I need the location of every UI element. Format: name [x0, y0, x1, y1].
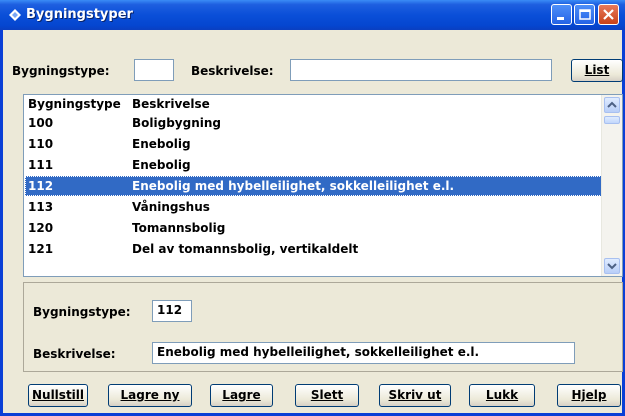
column-header-code: Bygningstype	[28, 97, 121, 111]
close-button[interactable]	[598, 4, 619, 25]
building-type-list[interactable]: Bygningstype Beskrivelse 100 Boligbygnin…	[23, 94, 623, 277]
window-title: Bygningstyper	[26, 7, 133, 22]
app-window: Bygningstyper Bygningstype: Beskrivelse:…	[0, 0, 625, 416]
minimize-icon	[557, 17, 564, 20]
row-desc: Enebolig	[132, 137, 191, 151]
list-row[interactable]: 120 Tomannsbolig	[25, 218, 602, 238]
row-code: 113	[28, 200, 54, 214]
scroll-up-icon	[607, 101, 617, 108]
filter-type-input[interactable]	[134, 59, 174, 81]
filter-type-label: Bygningstype:	[12, 64, 110, 78]
scroll-down-icon	[607, 263, 617, 270]
row-desc: Tomannsbolig	[132, 221, 226, 235]
hjelp-button[interactable]: Hjelp	[557, 384, 621, 407]
minimize-button[interactable]	[551, 4, 572, 25]
scroll-down-button[interactable]	[604, 258, 620, 274]
row-desc: Del av tomannsbolig, vertikaldelt	[132, 242, 359, 256]
vertical-scrollbar[interactable]	[601, 95, 622, 276]
maximize-icon	[579, 9, 591, 20]
row-desc: Våningshus	[132, 200, 210, 214]
list-row-selected[interactable]: 112 Enebolig med hybelleilighet, sokkell…	[25, 176, 602, 196]
filter-desc-input[interactable]	[290, 59, 552, 81]
list-button[interactable]: List	[571, 59, 623, 82]
list-row[interactable]: 110 Enebolig	[25, 134, 602, 154]
column-header-desc: Beskrivelse	[132, 97, 210, 111]
list-row[interactable]: 121 Del av tomannsbolig, vertikaldelt	[25, 239, 602, 259]
slett-button[interactable]: Slett	[295, 384, 359, 407]
row-code: 110	[28, 137, 54, 151]
scroll-thumb[interactable]	[604, 116, 620, 124]
skriv-ut-button[interactable]: Skriv ut	[379, 384, 451, 407]
nullstill-button[interactable]: Nullstill	[28, 384, 88, 407]
maximize-button[interactable]	[574, 4, 595, 25]
scroll-up-button[interactable]	[604, 97, 620, 113]
title-bar[interactable]: Bygningstyper	[0, 0, 625, 30]
list-row[interactable]: 113 Våningshus	[25, 197, 602, 217]
lagre-button[interactable]: Lagre	[210, 384, 273, 407]
row-code: 100	[28, 116, 54, 130]
detail-desc-input[interactable]: Enebolig med hybelleilighet, sokkelleili…	[152, 342, 575, 364]
detail-type-label: Bygningstype:	[33, 305, 131, 319]
close-icon	[603, 9, 614, 20]
list-row[interactable]: 111 Enebolig	[25, 155, 602, 175]
row-code: 112	[28, 179, 54, 193]
lagre-ny-button[interactable]: Lagre ny	[108, 384, 192, 407]
row-code: 111	[28, 158, 54, 172]
list-row[interactable]: 100 Boligbygning	[25, 113, 602, 133]
row-desc: Enebolig med hybelleilighet, sokkelleili…	[132, 179, 455, 193]
detail-type-input[interactable]: 112	[152, 300, 192, 322]
row-code: 121	[28, 242, 54, 256]
detail-desc-label: Beskrivelse:	[33, 347, 116, 361]
row-desc: Enebolig	[132, 158, 191, 172]
row-code: 120	[28, 221, 54, 235]
filter-desc-label: Beskrivelse:	[191, 64, 274, 78]
row-desc: Boligbygning	[132, 116, 221, 130]
lukk-button[interactable]: Lukk	[469, 384, 535, 407]
app-icon	[9, 9, 21, 21]
